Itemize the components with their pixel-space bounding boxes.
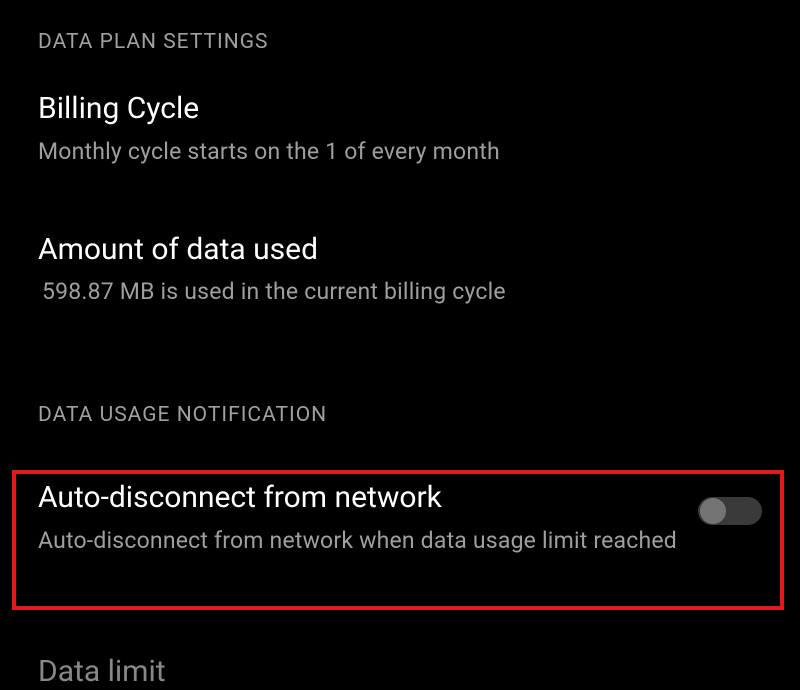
billing-cycle-item[interactable]: Billing Cycle Monthly cycle starts on th… [0,90,800,217]
toggle-knob-icon [700,498,726,524]
auto-disconnect-item[interactable]: Auto-disconnect from network Auto-discon… [0,451,800,556]
amount-data-used-subtitle: 598.87 MB is used in the current billing… [38,276,762,307]
billing-cycle-title: Billing Cycle [38,90,762,128]
section-header-data-plan: DATA PLAN SETTINGS [0,0,800,90]
auto-disconnect-subtitle: Auto-disconnect from network when data u… [38,525,678,556]
amount-data-used-title: Amount of data used [38,231,762,269]
auto-disconnect-title: Auto-disconnect from network [38,479,678,517]
data-limit-item[interactable]: Data limit [38,654,166,690]
billing-cycle-subtitle: Monthly cycle starts on the 1 of every m… [38,136,762,167]
auto-disconnect-toggle[interactable] [698,497,762,525]
section-header-data-usage-notification: DATA USAGE NOTIFICATION [0,307,800,451]
amount-data-used-item[interactable]: Amount of data used 598.87 MB is used in… [0,217,800,308]
